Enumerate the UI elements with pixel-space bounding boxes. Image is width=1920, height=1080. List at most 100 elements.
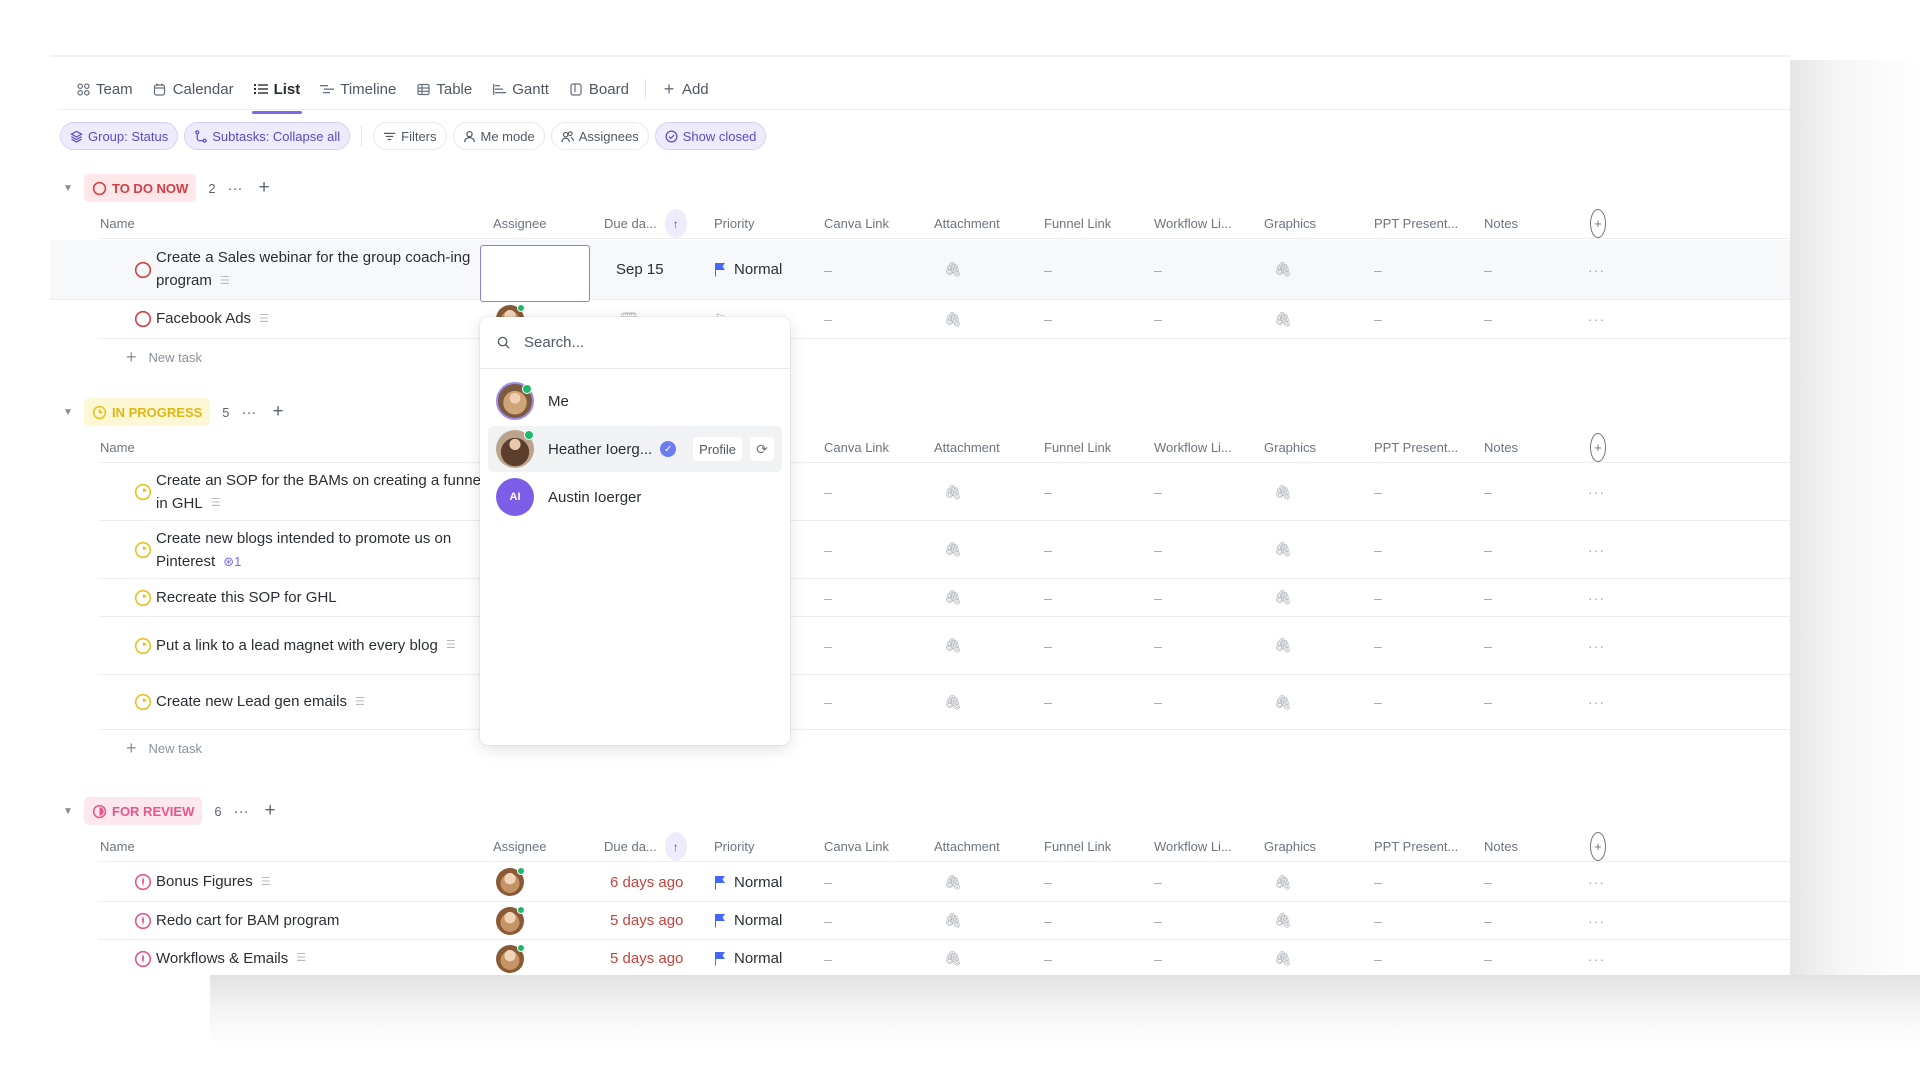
graphics-cell[interactable]: 🖇︎ bbox=[1274, 579, 1292, 616]
task-row[interactable]: Put a link to a lead magnet with every b… bbox=[98, 617, 1790, 675]
ppt-cell[interactable]: – bbox=[1374, 240, 1382, 299]
ppt-cell[interactable]: – bbox=[1374, 863, 1382, 901]
row-more-button[interactable]: ··· bbox=[1588, 240, 1605, 299]
filters-chip[interactable]: Filters bbox=[373, 122, 447, 150]
priority-cell[interactable]: Normal bbox=[714, 863, 782, 901]
col-notes[interactable]: Notes bbox=[1484, 433, 1518, 462]
assignee-option-me[interactable]: Me bbox=[488, 378, 782, 424]
notes-cell[interactable]: – bbox=[1484, 300, 1492, 338]
canva-cell[interactable]: – bbox=[824, 300, 832, 338]
task-name[interactable]: Recreate this SOP for GHL bbox=[156, 579, 491, 616]
funnel-cell[interactable]: – bbox=[1044, 240, 1052, 299]
col-ppt[interactable]: PPT Present... bbox=[1374, 433, 1458, 462]
status-toggle[interactable] bbox=[134, 863, 152, 901]
task-row[interactable]: Bonus Figures ☰ 6 days ago Normal – 🖇︎ – – 🖇︎ – – ·… bbox=[98, 863, 1790, 902]
col-funnel[interactable]: Funnel Link bbox=[1044, 209, 1111, 238]
ppt-cell[interactable]: – bbox=[1374, 617, 1382, 674]
funnel-cell[interactable]: – bbox=[1044, 464, 1052, 520]
col-funnel[interactable]: Funnel Link bbox=[1044, 832, 1111, 861]
task-name[interactable]: Create an SOP for the BAMs on creating a… bbox=[156, 464, 491, 520]
col-name[interactable]: Name bbox=[100, 433, 135, 462]
group-add-button[interactable]: + bbox=[269, 401, 288, 423]
row-more-button[interactable]: ··· bbox=[1588, 902, 1605, 939]
workflow-cell[interactable]: – bbox=[1154, 617, 1162, 674]
canva-cell[interactable]: – bbox=[824, 902, 832, 939]
canva-cell[interactable]: – bbox=[824, 863, 832, 901]
notes-cell[interactable]: – bbox=[1484, 863, 1492, 901]
attachment-cell[interactable]: 🖇︎ bbox=[944, 521, 962, 578]
assignee-cell[interactable] bbox=[496, 863, 525, 901]
ppt-cell[interactable]: – bbox=[1374, 579, 1382, 616]
col-attachment[interactable]: Attachment bbox=[934, 433, 1000, 462]
task-name[interactable]: Create a Sales webinar for the group coa… bbox=[156, 240, 476, 299]
priority-cell[interactable]: Normal bbox=[714, 902, 782, 939]
status-toggle[interactable] bbox=[134, 521, 152, 578]
tab-board[interactable]: Board bbox=[559, 69, 639, 109]
graphics-cell[interactable]: 🖇︎ bbox=[1274, 902, 1292, 939]
due-date-cell[interactable]: Sep 15 bbox=[616, 240, 664, 299]
assignee-cell[interactable] bbox=[496, 902, 525, 939]
assignee-option-heather[interactable]: Heather Ioerg... ✓ Profile ⟳ bbox=[488, 426, 782, 472]
task-row[interactable]: Create a Sales webinar for the group coa… bbox=[50, 240, 1790, 300]
attachment-cell[interactable]: 🖇︎ bbox=[944, 675, 962, 729]
col-graphics[interactable]: Graphics bbox=[1264, 209, 1316, 238]
row-more-button[interactable]: ··· bbox=[1588, 521, 1605, 578]
sort-arrow-icon[interactable]: ↑ bbox=[664, 832, 687, 861]
subtasks-chip[interactable]: Subtasks: Collapse all bbox=[184, 122, 351, 150]
attachment-cell[interactable]: 🖇︎ bbox=[944, 940, 962, 975]
notes-cell[interactable]: – bbox=[1484, 940, 1492, 975]
col-assignee[interactable]: Assignee bbox=[493, 832, 546, 861]
status-toggle[interactable] bbox=[134, 240, 152, 299]
workflow-cell[interactable]: – bbox=[1154, 940, 1162, 975]
funnel-cell[interactable]: – bbox=[1044, 675, 1052, 729]
refresh-icon[interactable]: ⟳ bbox=[750, 437, 774, 461]
status-toggle[interactable] bbox=[134, 617, 152, 674]
status-chip-in-progress[interactable]: IN PROGRESS bbox=[84, 398, 211, 426]
tab-gantt[interactable]: Gantt bbox=[482, 69, 559, 109]
task-name[interactable]: Create new Lead gen emails ☰ bbox=[156, 675, 491, 729]
task-name[interactable]: Redo cart for BAM program bbox=[156, 902, 486, 939]
graphics-cell[interactable]: 🖇︎ bbox=[1274, 617, 1292, 674]
row-more-button[interactable]: ··· bbox=[1588, 940, 1605, 975]
task-name[interactable]: Facebook Ads ☰ bbox=[156, 300, 476, 338]
due-date-cell[interactable]: 6 days ago bbox=[610, 863, 683, 901]
col-funnel[interactable]: Funnel Link bbox=[1044, 433, 1111, 462]
group-more-button[interactable]: ··· bbox=[230, 803, 253, 820]
tab-timeline[interactable]: Timeline bbox=[310, 69, 406, 109]
col-ppt[interactable]: PPT Present... bbox=[1374, 832, 1458, 861]
workflow-cell[interactable]: – bbox=[1154, 579, 1162, 616]
group-more-button[interactable]: ··· bbox=[224, 180, 247, 197]
graphics-cell[interactable]: 🖇︎ bbox=[1274, 464, 1292, 520]
status-toggle[interactable] bbox=[134, 579, 152, 616]
task-row[interactable]: Workflows & Emails ☰ 5 days ago Normal – 🖇︎ – –… bbox=[98, 940, 1790, 975]
task-row[interactable]: Recreate this SOP for GHL – 🖇︎ – – 🖇︎ – – ··· bbox=[98, 579, 1790, 617]
row-more-button[interactable]: ··· bbox=[1588, 464, 1605, 520]
task-row[interactable]: Redo cart for BAM program 5 days ago Norma… bbox=[98, 902, 1790, 940]
col-ppt[interactable]: PPT Present... bbox=[1374, 209, 1458, 238]
funnel-cell[interactable]: – bbox=[1044, 863, 1052, 901]
col-due[interactable]: Due da... ↑ bbox=[604, 209, 687, 238]
attachment-cell[interactable]: 🖇︎ bbox=[944, 240, 962, 299]
task-name[interactable]: Workflows & Emails ☰ bbox=[156, 940, 486, 975]
col-assignee[interactable]: Assignee bbox=[493, 209, 546, 238]
collapse-caret-icon[interactable]: ▼ bbox=[60, 407, 76, 418]
graphics-cell[interactable]: 🖇︎ bbox=[1274, 940, 1292, 975]
task-name[interactable]: Create new blogs intended to promote us … bbox=[156, 521, 491, 578]
workflow-cell[interactable]: – bbox=[1154, 240, 1162, 299]
col-name[interactable]: Name bbox=[100, 832, 135, 861]
ppt-cell[interactable]: – bbox=[1374, 940, 1382, 975]
row-more-button[interactable]: ··· bbox=[1588, 617, 1605, 674]
group-more-button[interactable]: ··· bbox=[238, 404, 261, 421]
funnel-cell[interactable]: – bbox=[1044, 521, 1052, 578]
workflow-cell[interactable]: – bbox=[1154, 521, 1162, 578]
show-closed-chip[interactable]: Show closed bbox=[654, 122, 767, 150]
funnel-cell[interactable]: – bbox=[1044, 617, 1052, 674]
col-canva[interactable]: Canva Link bbox=[824, 209, 889, 238]
group-status-chip[interactable]: Group: Status bbox=[60, 122, 179, 150]
funnel-cell[interactable]: – bbox=[1044, 579, 1052, 616]
graphics-cell[interactable]: 🖇︎ bbox=[1274, 300, 1292, 338]
col-workflow[interactable]: Workflow Li... bbox=[1154, 433, 1232, 462]
assignee-search-input[interactable] bbox=[524, 334, 754, 351]
col-workflow[interactable]: Workflow Li... bbox=[1154, 209, 1232, 238]
task-row[interactable]: Create new Lead gen emails ☰ – 🖇︎ – – 🖇︎ – – ··· bbox=[98, 675, 1790, 730]
